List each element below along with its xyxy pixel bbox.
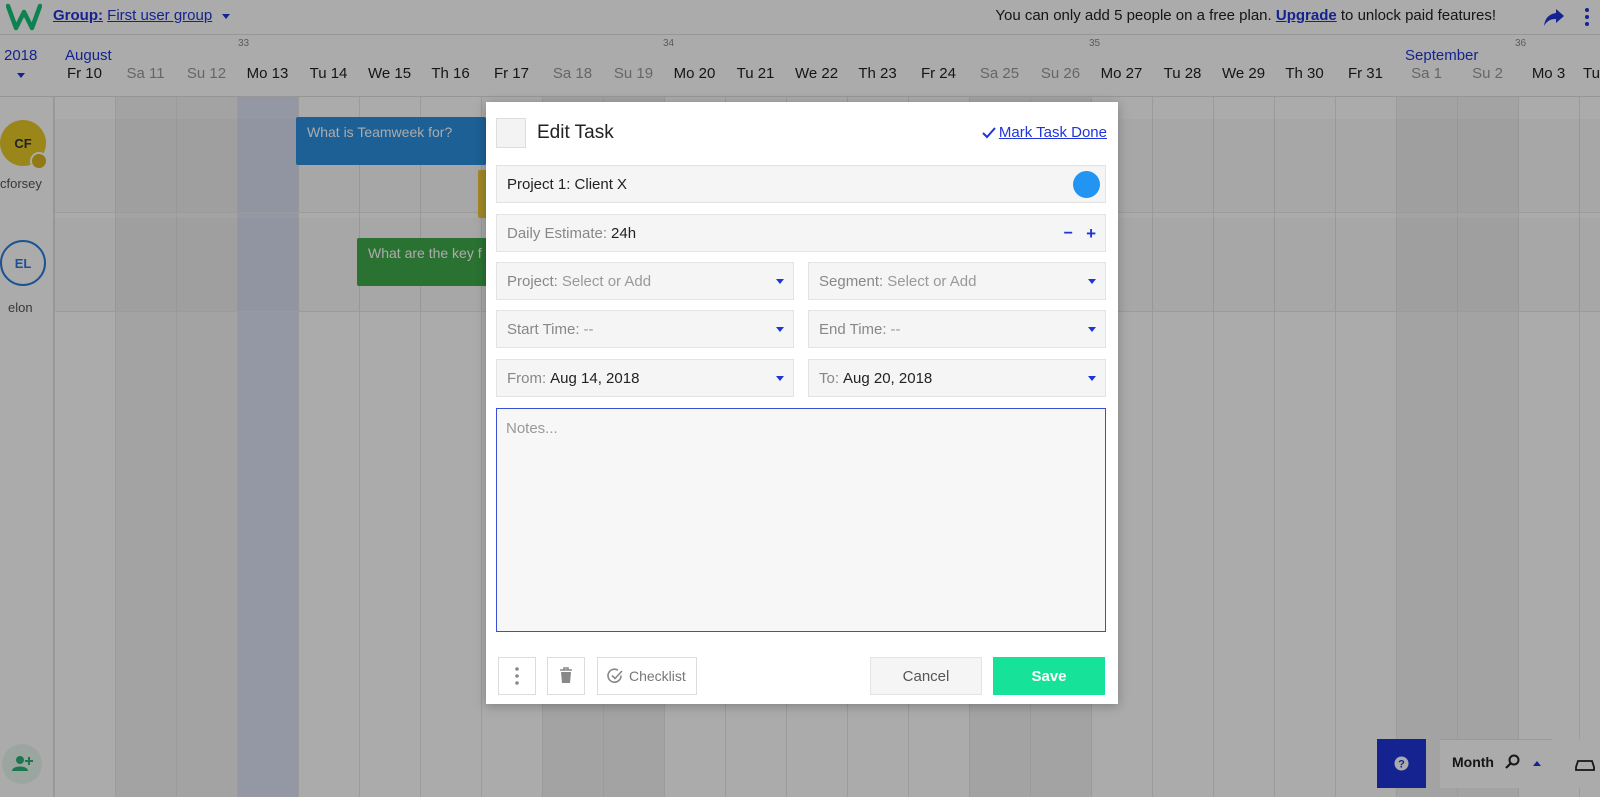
chevron-down-icon <box>1088 376 1096 381</box>
to-value: Aug 20, 2018 <box>843 369 933 387</box>
dialog-title: Edit Task <box>537 122 614 143</box>
segment-placeholder: Select or Add <box>887 272 977 290</box>
checklist-label: Checklist <box>629 668 686 684</box>
estimate-label: Daily Estimate: <box>507 224 608 242</box>
daily-estimate-field[interactable]: Daily Estimate: 24h − + <box>496 214 1106 252</box>
mark-task-done-link[interactable]: Mark Task Done <box>982 124 1107 141</box>
task-color-picker[interactable] <box>1073 171 1100 198</box>
delete-task-button[interactable] <box>547 657 585 695</box>
project-placeholder: Select or Add <box>561 272 652 290</box>
task-done-checkbox[interactable] <box>496 118 526 148</box>
task-title-field[interactable]: Project 1: Client X <box>496 165 1106 203</box>
check-circle-icon <box>607 668 623 683</box>
chevron-down-icon <box>1088 279 1096 284</box>
chevron-down-icon <box>776 327 784 332</box>
checkmark-icon <box>982 127 996 139</box>
notes-textarea[interactable] <box>496 408 1106 632</box>
task-title-text: Project 1: Client X <box>507 175 628 193</box>
more-vertical-icon <box>515 667 519 685</box>
cancel-button[interactable]: Cancel <box>870 657 982 695</box>
from-date-select[interactable]: From: Aug 14, 2018 <box>496 359 794 397</box>
mark-task-done-label: Mark Task Done <box>998 124 1107 141</box>
start-time-value: -- <box>583 320 594 338</box>
segment-label: Segment: <box>819 272 884 290</box>
start-time-label: Start Time: <box>507 320 580 338</box>
end-time-value: -- <box>890 320 901 338</box>
chevron-down-icon <box>1088 327 1096 332</box>
segment-select[interactable]: Segment: Select or Add <box>808 262 1106 300</box>
end-time-select[interactable]: End Time: -- <box>808 310 1106 348</box>
more-options-button[interactable] <box>498 657 536 695</box>
to-date-select[interactable]: To: Aug 20, 2018 <box>808 359 1106 397</box>
dialog-footer: Checklist Cancel Save <box>486 642 1118 704</box>
chevron-down-icon <box>776 279 784 284</box>
decrease-estimate-button[interactable]: − <box>1064 225 1073 243</box>
project-label: Project: <box>507 272 558 290</box>
to-label: To: <box>819 369 840 387</box>
save-button[interactable]: Save <box>993 657 1105 695</box>
trash-icon <box>560 667 572 683</box>
increase-estimate-button[interactable]: + <box>1086 224 1096 244</box>
start-time-select[interactable]: Start Time: -- <box>496 310 794 348</box>
estimate-value: 24h <box>611 224 637 242</box>
from-label: From: <box>507 369 547 387</box>
project-select[interactable]: Project: Select or Add <box>496 262 794 300</box>
end-time-label: End Time: <box>819 320 887 338</box>
checklist-button[interactable]: Checklist <box>597 657 697 695</box>
chevron-down-icon <box>776 376 784 381</box>
edit-task-dialog: Edit Task Mark Task Done Project 1: Clie… <box>486 102 1118 704</box>
from-value: Aug 14, 2018 <box>550 369 640 387</box>
